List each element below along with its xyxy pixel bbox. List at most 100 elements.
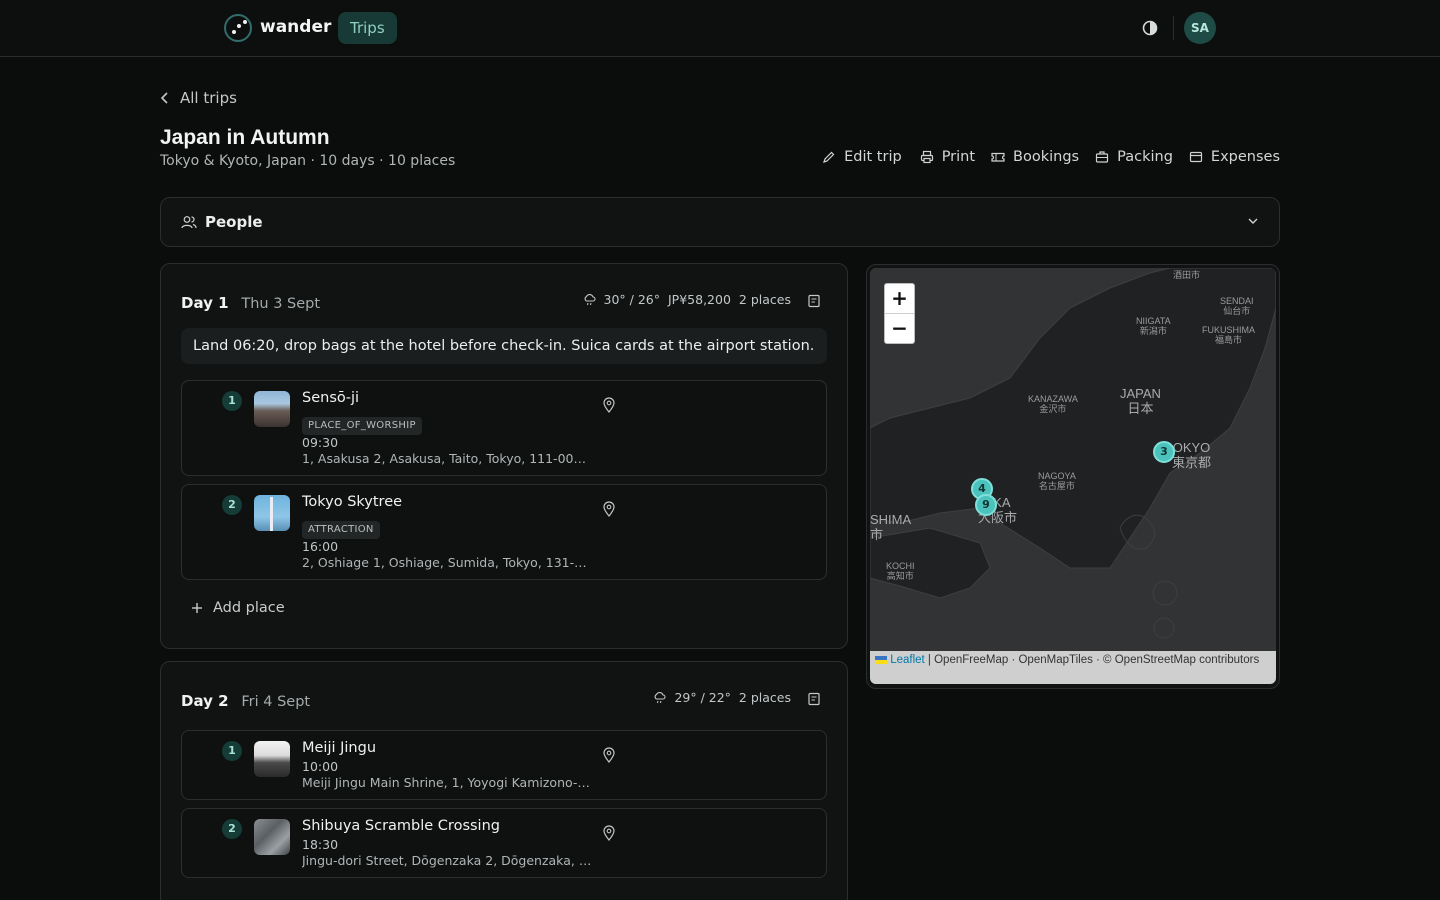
place-name: Meiji Jingu [302,740,377,756]
print-label: Print [941,149,976,165]
zoom-out-button[interactable]: − [885,314,914,344]
map-label-nagoya: NAGOYA 名古屋市 [1038,471,1076,491]
edit-trip-button[interactable]: Edit trip [822,149,902,165]
trip-subtitle: Tokyo & Kyoto, Japan · 10 days · 10 plac… [160,153,456,169]
logo-icon[interactable] [224,14,252,42]
place-category-badge: PLACE_OF_WORSHIP [302,417,422,435]
note-icon[interactable] [807,294,821,308]
users-icon [181,216,197,229]
day-meta: 30° / 26° JP¥58,200 2 places [583,292,791,307]
place-address: 1, Asakusa 2, Asakusa, Taito, Tokyo, 111… [302,451,592,466]
people-label: People [205,213,263,231]
back-link-label: All trips [180,89,237,107]
chevron-left-icon [160,92,168,104]
brand-name[interactable]: wander [260,17,331,37]
day-header: Day 2 Fri 4 Sept [181,692,310,710]
map-pin-icon[interactable] [602,747,616,763]
trip-actions: Edit trip Print Bookings Packing Expense… [822,149,1280,165]
place-item[interactable]: 2 Tokyo Skytree ATTRACTION 16:00 2, Oshi… [181,484,827,580]
place-thumbnail [254,495,290,531]
chevron-down-icon [1248,218,1258,224]
place-thumbnail [254,391,290,427]
bookings-button[interactable]: Bookings [991,149,1079,165]
divider [1173,16,1174,40]
attribution-text: | OpenFreeMap · OpenMapTiles · © OpenStr… [924,654,1260,666]
trip-title: Japan in Autumn [160,126,330,149]
map-label-hiroshima: SHIMA 市 [870,512,912,542]
map-canvas[interactable]: 酒田市 SENDAI 仙台市 NIIGATA 新潟市 FUKUSHIMA 福島市… [870,268,1276,684]
map-marker[interactable]: 3 [1153,441,1175,463]
day-date: Thu 3 Sept [241,296,321,312]
place-address: Jingu-dori Street, Dōgenzaka 2, Dōgenzak… [302,853,592,868]
map-label-tokyo: OKYO 東京都 [1172,440,1212,470]
map-label-kochi: KOCHI 高知市 [886,561,915,581]
place-number: 1 [222,391,242,411]
people-section-toggle[interactable]: People [160,197,1280,247]
day-weather: 30° / 26° [603,292,660,307]
place-address: 2, Oshiage 1, Oshiage, Sumida, Tokyo, 13… [302,555,592,570]
luggage-icon [1096,151,1109,163]
bookings-label: Bookings [1013,149,1080,165]
plus-icon [192,603,202,613]
top-bar: wander Trips SA [0,0,1440,57]
map-label-sakata: 酒田市 [1173,270,1201,280]
packing-label: Packing [1117,149,1173,165]
day-meta: 29° / 22° 2 places [653,690,791,705]
map-label-fukushima: FUKUSHIMA 福島市 [1202,325,1256,345]
theme-toggle-icon[interactable] [1140,18,1160,38]
print-button[interactable]: Print [920,149,975,165]
back-to-trips-link[interactable]: All trips [160,88,237,108]
place-name: Shibuya Scramble Crossing [302,818,500,834]
day-place-count: 2 places [738,292,791,307]
place-time: 18:30 [302,837,339,852]
edit-trip-label: Edit trip [844,149,902,165]
day-card: Day 2 Fri 4 Sept 29° / 22° 2 places 1 Me… [160,661,848,900]
add-place-label: Add place [213,600,285,616]
expenses-label: Expenses [1210,149,1280,165]
map-label-japan: JAPAN 日本 [1120,386,1161,416]
pencil-icon [823,151,835,163]
day-weather: 29° / 22° [674,690,731,705]
map-label-kanazawa: KANAZAWA 金沢市 [1028,394,1078,414]
place-name: Tokyo Skytree [302,494,403,510]
day-note[interactable]: Land 06:20, drop bags at the hotel befor… [181,328,827,364]
place-item[interactable]: 2 Shibuya Scramble Crossing 18:30 Jingu-… [181,808,827,878]
place-item[interactable]: 1 Meiji Jingu 10:00 Meiji Jingu Main Shr… [181,730,827,800]
place-thumbnail [254,741,290,777]
expenses-button[interactable]: Expenses [1189,149,1280,165]
day-place-count: 2 places [738,690,791,705]
trip-map[interactable]: 酒田市 SENDAI 仙台市 NIIGATA 新潟市 FUKUSHIMA 福島市… [866,264,1280,689]
day-date: Fri 4 Sept [241,694,311,710]
zoom-in-button[interactable]: + [885,284,914,314]
place-time: 10:00 [302,759,339,774]
day-label: Day 2 [181,692,229,710]
note-icon[interactable] [807,692,821,706]
day-label: Day 1 [181,294,229,312]
ticket-icon [991,152,1005,162]
day-cost: JP¥58,200 [668,292,731,307]
printer-icon [920,150,933,164]
day-card: Day 1 Thu 3 Sept 30° / 26° JP¥58,200 2 p… [160,263,848,649]
map-attribution: Leaflet | OpenFreeMap · OpenMapTiles · ©… [870,651,1276,684]
place-thumbnail [254,819,290,855]
map-pin-icon[interactable] [602,825,616,841]
weather-cloud-rain-icon [655,691,666,704]
add-place-button[interactable]: Add place [191,600,285,616]
packing-button[interactable]: Packing [1095,149,1173,165]
map-pin-icon[interactable] [602,501,616,517]
map-marker[interactable]: 9 [975,494,997,516]
wallet-icon [1189,151,1203,163]
place-address: Meiji Jingu Main Shrine, 1, Yoyogi Kamiz… [302,775,592,790]
map-pin-icon[interactable] [602,397,616,413]
place-number: 2 [222,495,242,515]
place-number: 2 [222,819,242,839]
map-label-niigata: NIIGATA 新潟市 [1136,316,1171,336]
place-item[interactable]: 1 Sensō-ji PLACE_OF_WORSHIP 09:30 1, Asa… [181,380,827,476]
place-name: Sensō-ji [302,390,360,406]
map-zoom-controls: + − [884,283,915,344]
user-avatar[interactable]: SA [1184,12,1216,44]
ukraine-flag-icon [875,655,887,664]
map-label-sendai: SENDAI 仙台市 [1220,296,1254,316]
leaflet-link[interactable]: Leaflet [890,654,925,666]
nav-trips-tab[interactable]: Trips [338,12,397,44]
